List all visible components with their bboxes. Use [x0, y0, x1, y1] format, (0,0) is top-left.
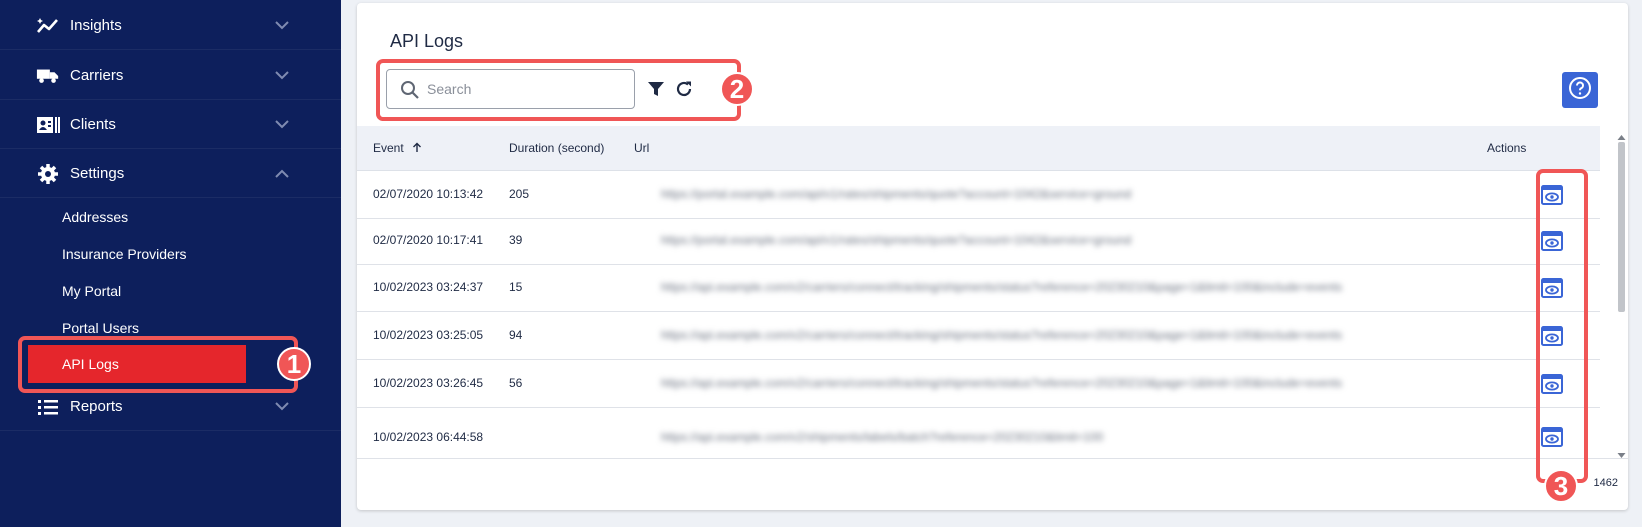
table-row[interactable]: 02/07/2020 10:13:42 205 https://portal.e…: [357, 171, 1600, 219]
duration-cell: 56: [509, 376, 523, 390]
gear-icon: [36, 162, 60, 186]
sidebar-item-settings[interactable]: Settings: [0, 150, 341, 198]
event-cell: 02/07/2020 10:13:42: [373, 187, 484, 201]
duration-cell: 94: [509, 328, 523, 342]
annotation-highlight-1: [18, 336, 298, 393]
column-header-duration[interactable]: Duration (second): [509, 141, 604, 155]
scroll-thumb[interactable]: [1618, 142, 1625, 312]
url-cell: https://api.example.com/v2/carriers/conn…: [661, 280, 1343, 294]
insights-icon: [36, 14, 60, 38]
chevron-down-icon: [272, 397, 292, 417]
scroll-down-arrow-icon[interactable]: [1617, 446, 1626, 464]
event-cell: 10/02/2023 06:44:58: [373, 430, 484, 444]
duration-cell: 39: [509, 233, 523, 247]
annotation-badge-2: 2: [720, 72, 754, 106]
list-icon: [36, 395, 60, 419]
event-cell: 10/02/2023 03:24:37: [373, 280, 484, 294]
chevron-down-icon: [272, 16, 292, 36]
duration-cell: 15: [509, 280, 523, 294]
event-cell: 10/02/2023 03:25:05: [373, 328, 484, 342]
chevron-up-icon: [272, 164, 292, 184]
sidebar-subitem-insurance-providers[interactable]: Insurance Providers: [62, 246, 187, 262]
sidebar-subitem-portal-users[interactable]: Portal Users: [62, 320, 139, 336]
chevron-down-icon: [272, 115, 292, 135]
sort-ascending-icon: [412, 142, 422, 156]
annotation-highlight-2: [376, 59, 741, 121]
sidebar-subitem-my-portal[interactable]: My Portal: [62, 283, 121, 299]
sidebar-item-label: Settings: [70, 165, 125, 182]
sidebar: Insights Carriers Clients Settings Addre…: [0, 0, 341, 527]
footer-divider: [357, 458, 1628, 459]
event-cell: 10/02/2023 03:26:45: [373, 376, 484, 390]
sidebar-subitem-addresses[interactable]: Addresses: [62, 209, 128, 225]
sidebar-item-clients[interactable]: Clients: [0, 101, 341, 149]
duration-cell: 205: [509, 187, 530, 201]
column-header-label: Event: [373, 141, 404, 155]
column-header-url[interactable]: Url: [634, 141, 649, 155]
help-icon: [1568, 76, 1592, 105]
url-cell: https://api.example.com/v2/carriers/conn…: [661, 376, 1343, 390]
page-title: API Logs: [390, 31, 464, 51]
table-header: Event Duration (second) Url Actions: [357, 126, 1600, 171]
annotation-highlight-3: [1536, 169, 1588, 483]
column-header-actions: Actions: [1487, 141, 1527, 155]
sidebar-item-insights[interactable]: Insights: [0, 2, 341, 50]
url-cell: https://portal.example.com/api/v1/rates/…: [661, 187, 1132, 201]
sidebar-item-label: Carriers: [70, 67, 124, 84]
truck-icon: [36, 64, 60, 88]
url-cell: https://api.example.com/v2/carriers/conn…: [661, 328, 1343, 342]
help-button[interactable]: [1562, 72, 1598, 108]
sidebar-item-label: Insights: [70, 17, 122, 34]
column-header-event[interactable]: Event: [373, 141, 422, 156]
url-cell: https://portal.example.com/api/v1/rates/…: [661, 233, 1132, 247]
annotation-badge-3: 3: [1544, 469, 1578, 503]
annotation-badge-1: 1: [277, 347, 311, 381]
event-cell: 02/07/2020 10:17:41: [373, 233, 484, 247]
table-row[interactable]: 10/02/2023 03:26:45 56 https://api.examp…: [357, 360, 1600, 408]
sidebar-item-label: Reports: [70, 398, 123, 415]
sidebar-item-carriers[interactable]: Carriers: [0, 52, 341, 100]
table-row[interactable]: 10/02/2023 03:24:37 15 https://api.examp…: [357, 264, 1600, 312]
contact-card-icon: [36, 113, 60, 137]
table-row[interactable]: 10/02/2023 03:25:05 94 https://api.examp…: [357, 312, 1600, 360]
table-row[interactable]: 10/02/2023 06:44:58 https://api.example.…: [357, 408, 1600, 456]
table-scrollbar[interactable]: [1615, 126, 1628, 458]
sidebar-item-label: Clients: [70, 116, 116, 133]
chevron-down-icon: [272, 66, 292, 86]
table-row[interactable]: 02/07/2020 10:17:41 39 https://portal.ex…: [357, 217, 1600, 265]
url-cell: https://api.example.com/v2/shipments/lab…: [661, 430, 1104, 444]
